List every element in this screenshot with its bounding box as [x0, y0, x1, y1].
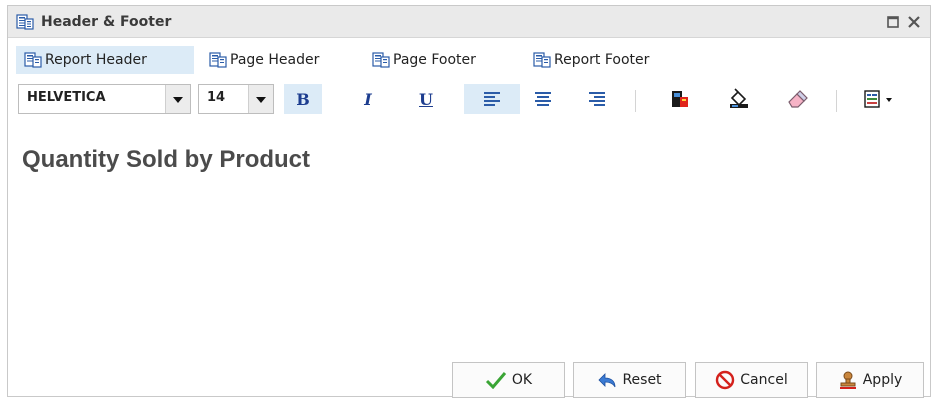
apply-button[interactable]: Apply — [816, 362, 924, 398]
document-icon — [24, 52, 42, 68]
header-footer-dialog: Header & Footer Report Header Page Heade… — [7, 5, 931, 398]
apply-label: Apply — [862, 372, 903, 388]
window-title: Header & Footer — [41, 14, 172, 30]
bold-label: B — [296, 89, 310, 109]
maximize-icon[interactable] — [886, 15, 900, 29]
align-center-button[interactable] — [524, 84, 562, 114]
italic-button[interactable]: I — [349, 84, 387, 114]
tab-label: Report Footer — [554, 52, 650, 68]
text-color-button[interactable] — [661, 84, 699, 114]
eraser-icon — [788, 90, 808, 108]
undo-icon — [598, 373, 616, 388]
cancel-icon — [716, 370, 735, 390]
font-size-select[interactable]: 14 — [198, 84, 274, 114]
stamp-icon — [839, 371, 856, 389]
tab-page-header[interactable]: Page Header — [209, 46, 319, 74]
cancel-button[interactable]: Cancel — [695, 362, 808, 398]
chevron-down-icon[interactable] — [165, 85, 190, 113]
toolbar-separator — [635, 90, 636, 112]
bold-button[interactable]: B — [284, 84, 322, 114]
tab-label: Report Header — [45, 52, 147, 68]
insert-field-dropdown[interactable] — [854, 84, 904, 114]
align-center-icon — [535, 92, 551, 106]
reset-button[interactable]: Reset — [573, 362, 686, 398]
font-family-value: HELVETICA — [27, 90, 106, 105]
tab-report-footer[interactable]: Report Footer — [533, 46, 649, 74]
document-icon — [209, 52, 227, 68]
header-content-text[interactable]: Quantity Sold by Product — [22, 146, 310, 174]
clear-formatting-button[interactable] — [778, 84, 816, 114]
tab-page-footer[interactable]: Page Footer — [372, 46, 476, 74]
underline-label: U — [419, 89, 433, 109]
tab-bar: Report Header Page Header Page Footer Re… — [8, 38, 930, 80]
align-right-button[interactable] — [578, 84, 616, 114]
toolbar-separator — [836, 90, 837, 112]
reset-label: Reset — [622, 372, 662, 388]
align-right-icon — [589, 92, 605, 106]
checkmark-icon — [485, 372, 507, 389]
cancel-label: Cancel — [740, 372, 788, 388]
underline-button[interactable]: U — [407, 84, 445, 114]
chevron-down-icon[interactable] — [248, 85, 273, 113]
font-family-select[interactable]: HELVETICA — [18, 84, 191, 114]
paint-bucket-icon — [730, 88, 748, 108]
close-icon[interactable] — [907, 15, 921, 29]
ok-button[interactable]: OK — [452, 362, 565, 398]
formatting-toolbar: HELVETICA 14 B I U — [8, 80, 930, 122]
align-left-icon — [484, 92, 500, 106]
italic-label: I — [364, 89, 372, 109]
ok-label: OK — [511, 372, 533, 388]
chevron-down-icon — [886, 98, 892, 102]
document-icon — [533, 52, 551, 68]
text-color-icon — [672, 91, 688, 107]
font-size-value: 14 — [207, 90, 226, 105]
document-icon — [16, 14, 34, 30]
title-bar: Header & Footer — [8, 6, 930, 38]
fill-color-button[interactable] — [720, 84, 758, 114]
tab-label: Page Header — [230, 52, 320, 68]
tab-label: Page Footer — [393, 52, 476, 68]
document-icon — [372, 52, 390, 68]
insert-field-icon — [864, 90, 880, 108]
align-left-button[interactable] — [464, 84, 520, 114]
tab-report-header[interactable]: Report Header — [16, 46, 194, 74]
